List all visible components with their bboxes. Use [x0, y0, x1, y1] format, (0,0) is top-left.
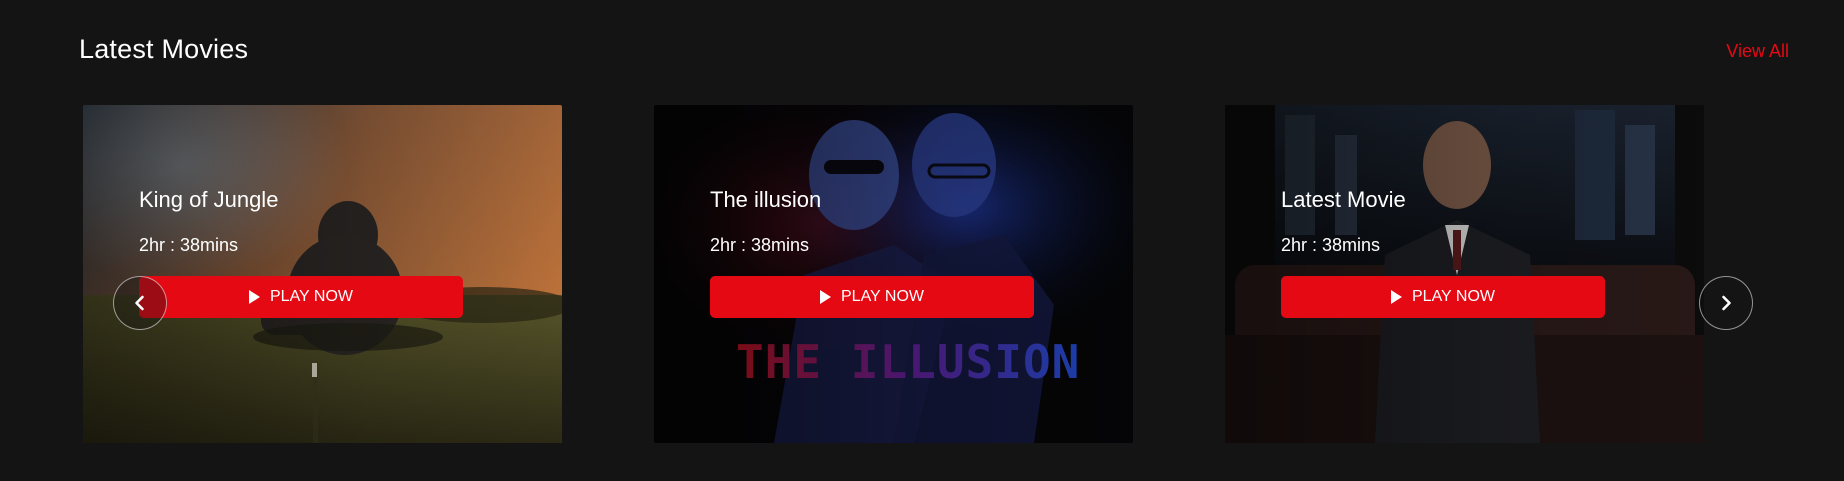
movie-title: The illusion: [710, 187, 822, 212]
carousel-prev-button[interactable]: [113, 276, 167, 330]
movie-card[interactable]: THE ILLUSION The illusion 2hr : 38mins P…: [654, 105, 1133, 443]
chevron-right-icon: [1722, 295, 1731, 311]
view-all-link[interactable]: View All: [1726, 41, 1789, 62]
movie-duration: 2hr : 38mins: [1281, 235, 1381, 255]
play-now-button[interactable]: PLAY NOW: [139, 276, 463, 318]
carousel-next-button[interactable]: [1699, 276, 1753, 330]
play-icon: [820, 290, 831, 304]
section-title: Latest Movies: [79, 34, 249, 64]
play-now-button[interactable]: PLAY NOW: [710, 276, 1034, 318]
latest-movies-section: Latest Movies View All King of Jungle 2h…: [0, 0, 1844, 481]
movie-title: King of Jungle: [139, 187, 279, 212]
movie-duration: 2hr : 38mins: [139, 235, 239, 255]
movie-duration: 2hr : 38mins: [710, 235, 810, 255]
play-icon: [1391, 290, 1402, 304]
play-now-label: PLAY NOW: [841, 288, 924, 305]
play-now-button[interactable]: PLAY NOW: [1281, 276, 1605, 318]
play-icon: [249, 290, 260, 304]
movie-card[interactable]: Latest Movie 2hr : 38mins PLAY NOW: [1225, 105, 1704, 443]
movie-title: Latest Movie: [1281, 187, 1406, 212]
movie-card[interactable]: King of Jungle 2hr : 38mins PLAY NOW: [83, 105, 562, 443]
play-now-label: PLAY NOW: [270, 288, 353, 305]
play-now-label: PLAY NOW: [1412, 288, 1495, 305]
chevron-left-icon: [135, 295, 144, 311]
poster-logo: THE ILLUSION: [736, 335, 1081, 389]
